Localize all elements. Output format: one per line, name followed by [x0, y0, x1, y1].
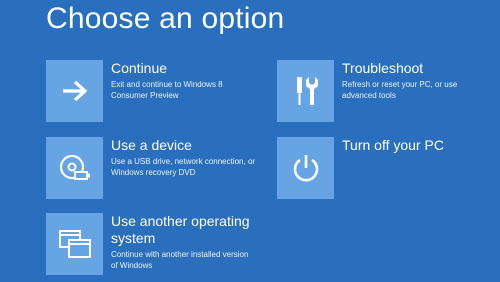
use-a-device-description: Use a USB drive, network connection, or …: [111, 157, 256, 177]
use-another-os-tile[interactable]: [46, 213, 103, 275]
continue-option[interactable]: Continue Exit and continue to Windows 8 …: [46, 60, 246, 122]
troubleshoot-tile[interactable]: [277, 60, 334, 122]
use-another-os-description: Continue with another installed version …: [111, 250, 249, 270]
page-title: Choose an option: [46, 2, 285, 35]
turn-off-title: Turn off your PC: [342, 137, 444, 153]
arrow-right-icon: [62, 80, 87, 102]
continue-description: Exit and continue to Windows 8 Consumer …: [111, 80, 223, 100]
use-another-os-option[interactable]: Use another operating system Continue wi…: [46, 213, 266, 275]
continue-title: Continue: [111, 60, 168, 76]
use-a-device-title: Use a device: [111, 137, 192, 153]
troubleshoot-title: Troubleshoot: [342, 60, 424, 76]
continue-tile[interactable]: [46, 60, 103, 122]
disc-device-icon: [59, 154, 90, 180]
tools-icon: [296, 77, 318, 105]
power-icon: [293, 155, 318, 182]
use-a-device-tile[interactable]: [46, 137, 103, 199]
use-another-os-title: Use another operating system: [111, 213, 250, 246]
use-a-device-option[interactable]: Use a device Use a USB drive, network co…: [46, 137, 266, 199]
turn-off-option[interactable]: Turn off your PC: [277, 137, 477, 199]
turn-off-tile[interactable]: [277, 137, 334, 199]
windows-stack-icon: [58, 230, 91, 258]
troubleshoot-option[interactable]: Troubleshoot Refresh or reset your PC, o…: [277, 60, 477, 122]
troubleshoot-description: Refresh or reset your PC, or use advance…: [342, 80, 458, 100]
